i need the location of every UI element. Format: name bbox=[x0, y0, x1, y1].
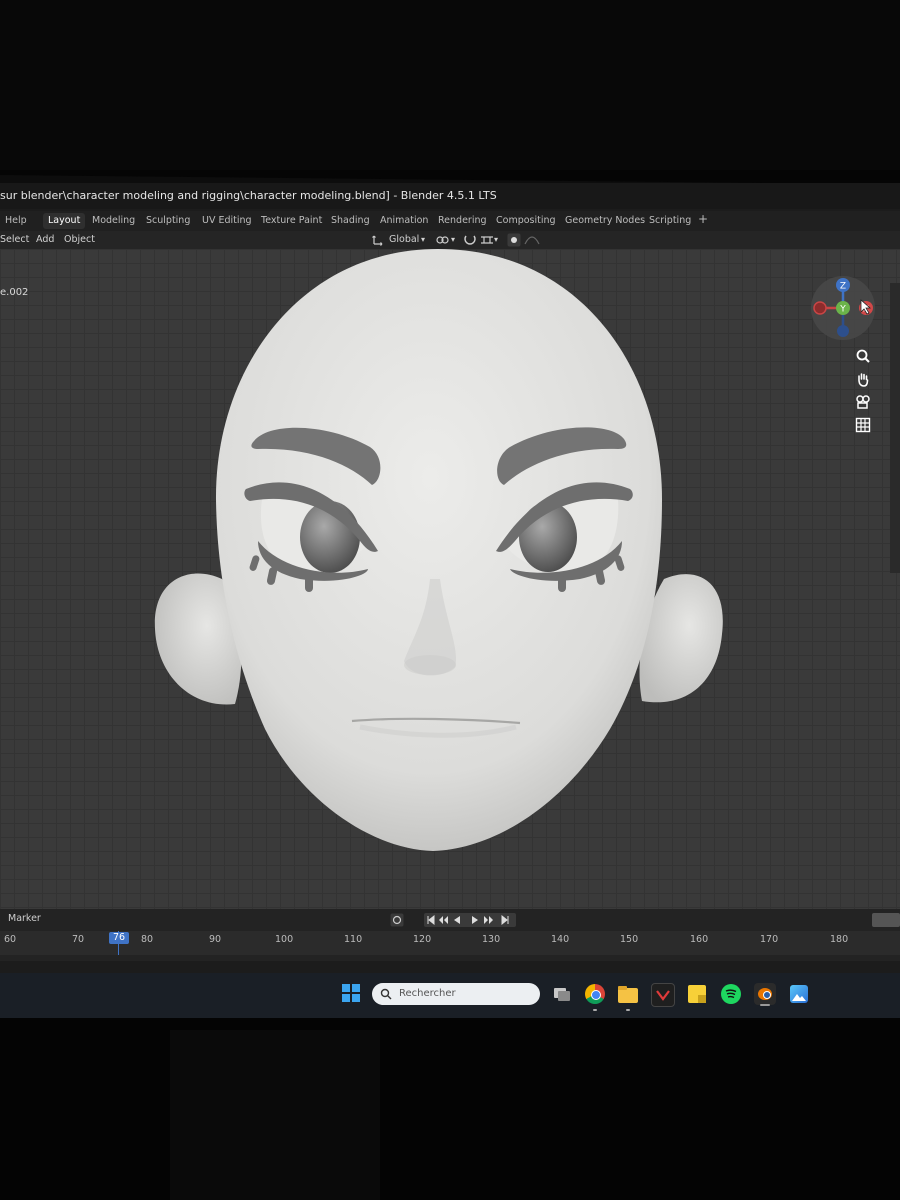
chevron-down-icon: ▾ bbox=[494, 235, 499, 244]
windows-taskbar: Rechercher bbox=[0, 973, 900, 1018]
tab-geometry-nodes[interactable]: Geometry Nodes bbox=[565, 215, 645, 226]
chevron-down-icon: ▾ bbox=[421, 235, 426, 244]
tab-compositing[interactable]: Compositing bbox=[496, 215, 556, 226]
tick-label: 120 bbox=[413, 934, 432, 945]
tick-label: 140 bbox=[551, 934, 570, 945]
orientation-dropdown[interactable]: Global bbox=[389, 234, 419, 245]
search-placeholder: Rechercher bbox=[399, 988, 456, 999]
desk-background bbox=[0, 1018, 900, 1200]
photos-icon[interactable] bbox=[788, 983, 810, 1005]
tick-label: 80 bbox=[141, 934, 154, 945]
chrome-icon[interactable] bbox=[584, 983, 606, 1005]
windows-start-icon[interactable] bbox=[342, 984, 360, 1002]
transform-orientation-icon bbox=[372, 235, 383, 246]
snap-increment-icon[interactable] bbox=[480, 234, 494, 246]
tick-label: 130 bbox=[482, 934, 501, 945]
sidebar-panel-edge[interactable] bbox=[890, 283, 900, 573]
tick-label: 100 bbox=[275, 934, 294, 945]
tick-label: 150 bbox=[620, 934, 639, 945]
marker-menu[interactable]: Marker bbox=[8, 913, 41, 924]
3d-viewport[interactable]: e.002 Z Y bbox=[0, 249, 900, 909]
perspective-grid-icon[interactable] bbox=[855, 417, 871, 433]
media-app-icon[interactable] bbox=[651, 983, 675, 1007]
task-view-icon[interactable] bbox=[550, 983, 572, 1005]
proportional-editing-icon[interactable] bbox=[507, 233, 521, 247]
tab-sculpting[interactable]: Sculpting bbox=[146, 215, 190, 226]
zoom-icon[interactable] bbox=[855, 348, 871, 364]
tab-modeling[interactable]: Modeling bbox=[92, 215, 135, 226]
file-explorer-icon[interactable] bbox=[617, 983, 639, 1005]
tab-uv-editing[interactable]: UV Editing bbox=[202, 215, 252, 226]
chevron-down-icon: ▾ bbox=[451, 235, 456, 244]
tick-label: 90 bbox=[209, 934, 222, 945]
tick-label: 180 bbox=[830, 934, 849, 945]
snap-magnet-icon[interactable] bbox=[463, 233, 477, 247]
tab-scripting[interactable]: Scripting bbox=[649, 215, 691, 226]
taskbar-search-box[interactable]: Rechercher bbox=[372, 983, 540, 1005]
mouse-cursor-icon bbox=[860, 299, 872, 315]
tick-label: 170 bbox=[760, 934, 779, 945]
blender-icon[interactable] bbox=[754, 983, 776, 1006]
spotify-icon[interactable] bbox=[720, 983, 742, 1005]
gizmo-z-label: Z bbox=[840, 282, 846, 292]
falloff-curve-icon[interactable] bbox=[524, 234, 540, 246]
tab-layout[interactable]: Layout bbox=[43, 213, 86, 229]
tick-label: 70 bbox=[72, 934, 85, 945]
menu-help[interactable]: Help bbox=[5, 215, 27, 226]
menu-object[interactable]: Object bbox=[64, 234, 95, 245]
window-title: sur blender\character modeling and riggi… bbox=[0, 189, 497, 202]
tab-rendering[interactable]: Rendering bbox=[438, 215, 487, 226]
menu-add[interactable]: Add bbox=[36, 234, 54, 245]
monitor-stand bbox=[170, 1030, 380, 1200]
tab-animation[interactable]: Animation bbox=[380, 215, 428, 226]
camera-view-icon[interactable] bbox=[855, 394, 871, 410]
timeline-header: Marker bbox=[0, 909, 900, 931]
record-icon[interactable] bbox=[390, 913, 404, 927]
menu-select[interactable]: Select bbox=[0, 234, 29, 245]
tick-label: 110 bbox=[344, 934, 363, 945]
sticky-notes-icon[interactable] bbox=[686, 983, 708, 1005]
tab-shading[interactable]: Shading bbox=[331, 215, 370, 226]
pivot-link-icon[interactable] bbox=[436, 234, 450, 246]
viewport-header: Select Add Object Global ▾ ▾ ▾ bbox=[0, 231, 900, 250]
pan-hand-icon[interactable] bbox=[855, 371, 871, 387]
gizmo-y-label: Y bbox=[839, 305, 846, 315]
search-icon bbox=[380, 988, 392, 1000]
timeline-ruler[interactable]: 60 70 80 90 100 110 120 130 140 150 160 … bbox=[0, 931, 900, 961]
blender-window: sur blender\character modeling and riggi… bbox=[0, 183, 900, 1018]
character-head-model[interactable] bbox=[0, 249, 900, 909]
add-workspace-button[interactable]: + bbox=[698, 212, 708, 226]
current-frame-indicator[interactable]: 76 bbox=[109, 932, 129, 944]
tab-texture-paint[interactable]: Texture Paint bbox=[261, 215, 322, 226]
tick-label: 160 bbox=[690, 934, 709, 945]
tick-label: 60 bbox=[4, 934, 17, 945]
window-title-bar: sur blender\character modeling and riggi… bbox=[0, 183, 900, 209]
frame-field[interactable] bbox=[872, 913, 900, 927]
background-top bbox=[0, 0, 900, 170]
playback-controls[interactable] bbox=[424, 913, 516, 927]
workspace-tab-bar: Help Layout Modeling Sculpting UV Editin… bbox=[0, 211, 900, 231]
